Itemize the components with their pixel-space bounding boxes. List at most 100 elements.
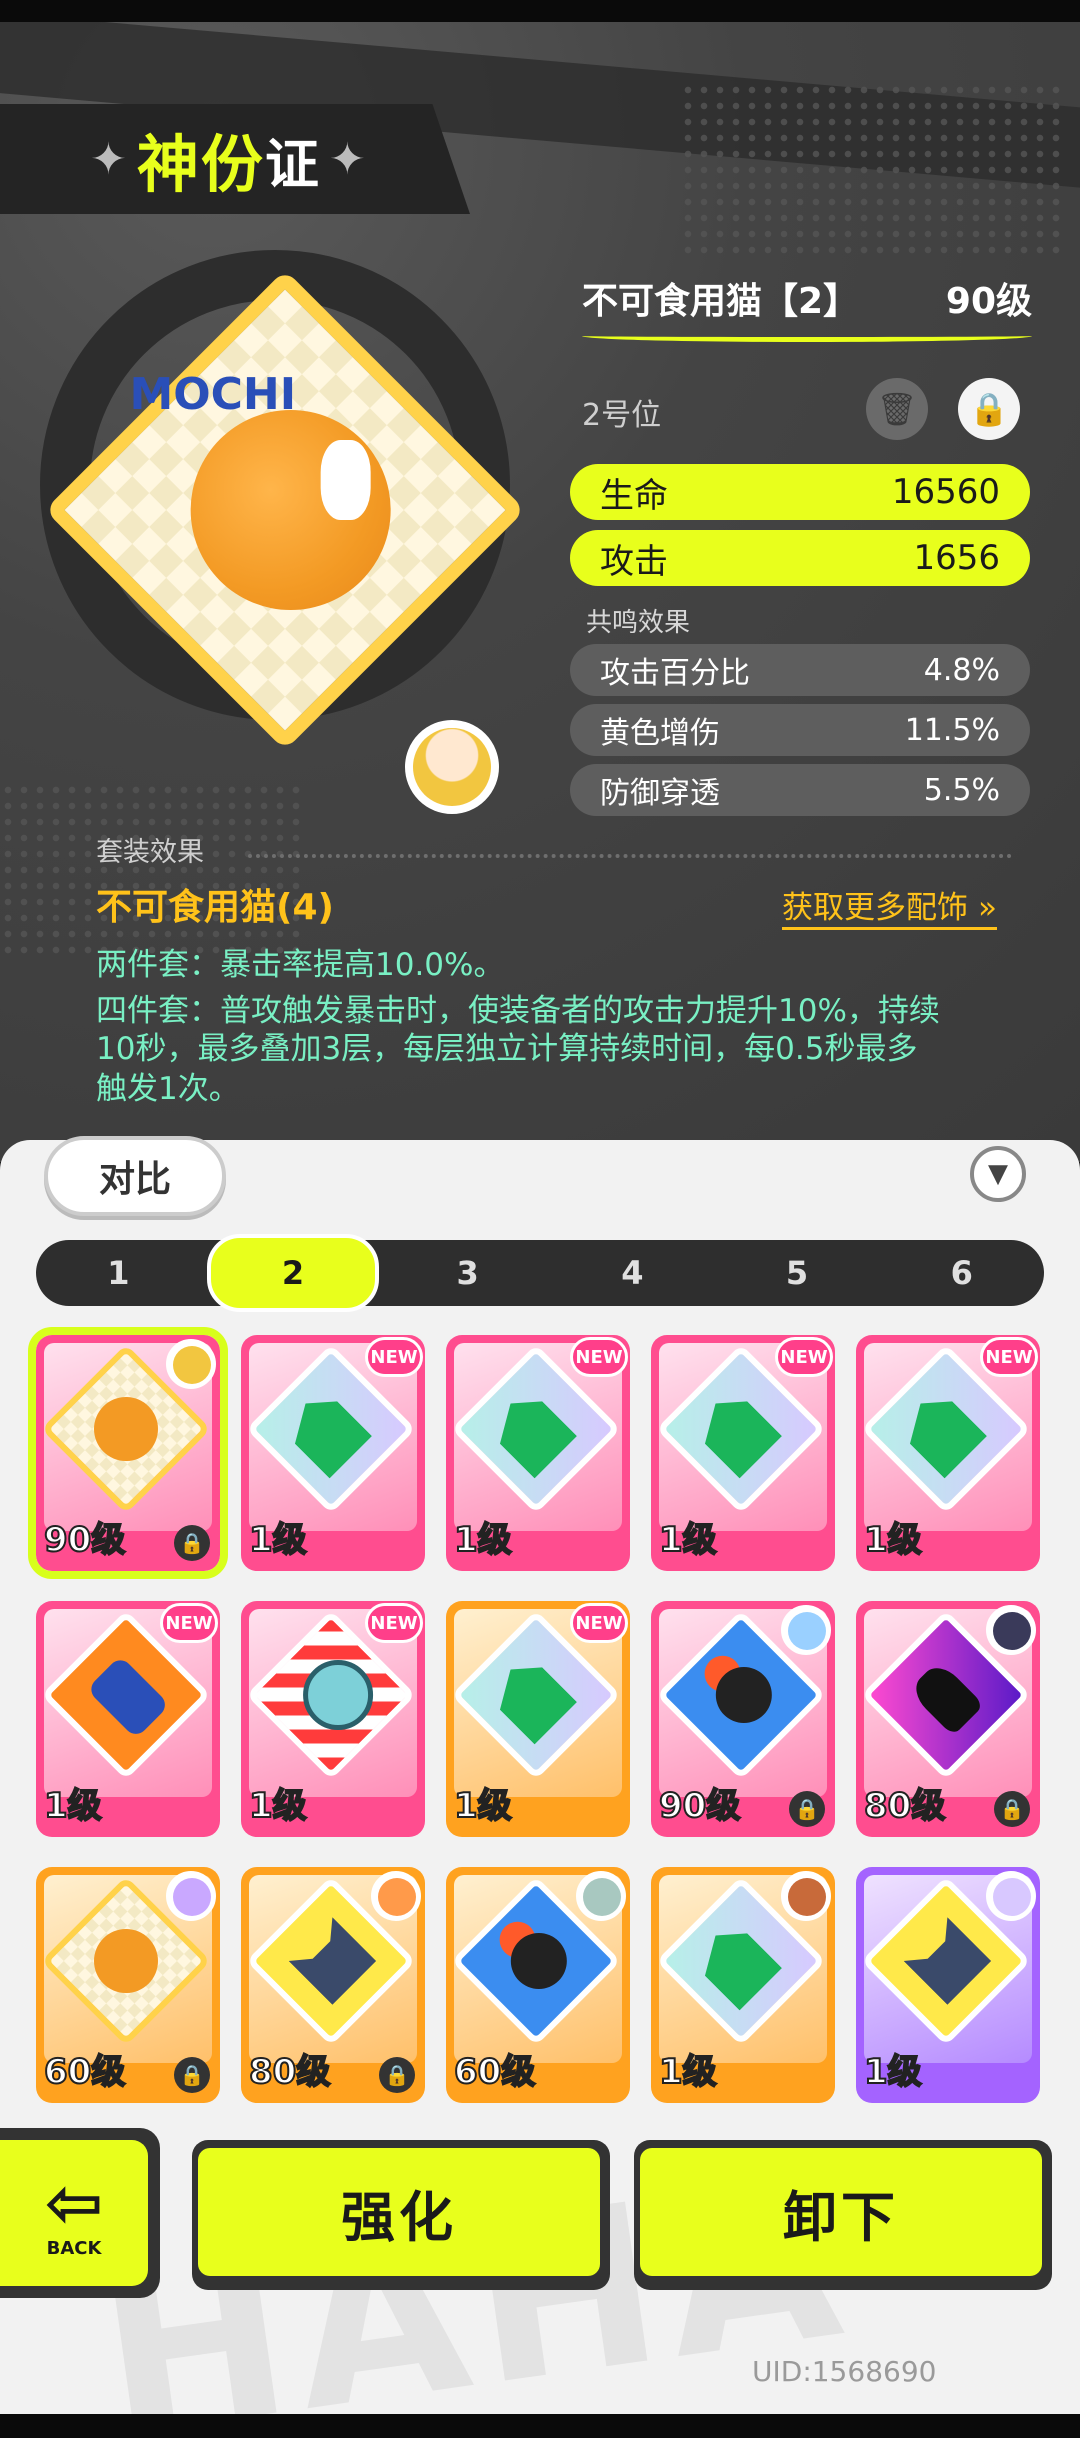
- equipped-avatar: [166, 1339, 216, 1389]
- nav-bar: [0, 2414, 1080, 2438]
- disk-card[interactable]: 1级 NEW: [36, 1601, 220, 1837]
- stat-value: 11.5%: [904, 712, 1000, 748]
- page-title: ✦ 神份 证 ✦: [0, 104, 470, 214]
- stat-value: 4.8%: [923, 652, 1000, 688]
- disk-card[interactable]: 90级 🔒: [651, 1601, 835, 1837]
- disk-card[interactable]: 1级 NEW: [241, 1601, 425, 1837]
- decor-dots: [0, 782, 300, 962]
- uid-label: UID:1568690: [752, 2355, 937, 2388]
- main-stat-hp: 生命 16560: [570, 464, 1030, 520]
- sub-stat: 防御穿透 5.5%: [570, 764, 1030, 816]
- status-bar: [0, 0, 1080, 22]
- new-badge: NEW: [365, 1603, 423, 1643]
- disk-card[interactable]: 1级 NEW: [446, 1335, 630, 1571]
- equipped-avatar: [781, 1605, 831, 1655]
- sub-stat: 攻击百分比 4.8%: [570, 644, 1030, 696]
- disk-level: 1级: [658, 2051, 718, 2093]
- stat-value: 1656: [913, 538, 1000, 578]
- unequip-label: 卸下: [640, 2148, 1042, 2276]
- disk-level: 1级: [658, 1519, 718, 1561]
- disk-level: 1级: [453, 1785, 513, 1827]
- disk-level: 90级: [658, 1785, 741, 1827]
- stat-label: 生命: [600, 475, 668, 516]
- trash-icon[interactable]: 🗑: [866, 378, 928, 440]
- tab-slot-5[interactable]: 5: [715, 1240, 880, 1306]
- arrow-left-icon: ⇦: [44, 2161, 104, 2244]
- enhance-button[interactable]: 强化: [192, 2140, 610, 2290]
- disk-level: 1级: [453, 1519, 513, 1561]
- sparkle-icon: ✦: [90, 133, 127, 185]
- title-highlight: 神份: [136, 128, 265, 201]
- underline-decor: [582, 330, 1032, 342]
- enhance-label: 强化: [198, 2148, 600, 2276]
- disk-level: 1级: [248, 1785, 308, 1827]
- equipped-avatar: [576, 1871, 626, 1921]
- slot-label: 2号位: [582, 398, 662, 433]
- unequip-button[interactable]: 卸下: [634, 2140, 1052, 2290]
- tab-slot-4[interactable]: 4: [550, 1240, 715, 1306]
- disk-level: 80级: [248, 2051, 331, 2093]
- new-badge: NEW: [570, 1337, 628, 1377]
- back-button[interactable]: ⇦ BACK: [0, 2128, 160, 2298]
- disk-card[interactable]: 1级 NEW: [241, 1335, 425, 1571]
- title-rest: 证: [264, 132, 319, 196]
- new-badge: NEW: [775, 1337, 833, 1377]
- sparkle-icon: ✦: [328, 133, 366, 185]
- disk-card[interactable]: 1级 NEW: [651, 1335, 835, 1571]
- tab-slot-6[interactable]: 6: [879, 1240, 1044, 1306]
- new-badge: NEW: [570, 1603, 628, 1643]
- tab-slot-3[interactable]: 3: [385, 1240, 550, 1306]
- filter-icon[interactable]: ▼: [970, 1146, 1026, 1202]
- tab-slot-1[interactable]: 1: [36, 1240, 201, 1306]
- lock-icon: 🔒: [174, 1525, 210, 1561]
- stat-label: 防御穿透: [600, 776, 720, 811]
- disk-level: 60级: [43, 2051, 126, 2093]
- tab-slot-2[interactable]: 2: [206, 1234, 380, 1312]
- stat-value: 16560: [891, 472, 1000, 512]
- new-badge: NEW: [980, 1337, 1038, 1377]
- divider: [248, 854, 1012, 858]
- disk-card[interactable]: 1级: [856, 1867, 1040, 2103]
- disk-level: 80级: [863, 1785, 946, 1827]
- disk-level: 1级: [248, 1519, 308, 1561]
- disk-card[interactable]: 90级 🔒: [28, 1327, 228, 1579]
- equipped-avatar: [986, 1605, 1036, 1655]
- disk-card[interactable]: 80级 🔒: [856, 1601, 1040, 1837]
- equipped-agent-avatar[interactable]: [405, 720, 499, 814]
- slot-tabs: 1 2 3 4 5 6: [36, 1234, 1044, 1312]
- decor-dots: [680, 82, 1060, 262]
- disk-card[interactable]: 1级 NEW: [446, 1601, 630, 1837]
- stat-label: 攻击百分比: [600, 656, 750, 691]
- cat-illustration: [190, 410, 391, 610]
- lock-icon: 🔒: [994, 1791, 1030, 1827]
- disk-level: 90级: [945, 281, 1032, 322]
- disk-name: 不可食用猫【2】: [582, 281, 860, 322]
- disk-card[interactable]: 80级 🔒: [241, 1867, 425, 2103]
- main-stat-atk: 攻击 1656: [570, 530, 1030, 586]
- disk-level: 1级: [863, 2051, 923, 2093]
- get-more-link[interactable]: 获取更多配饰 »: [782, 882, 997, 930]
- lock-icon: 🔒: [789, 1791, 825, 1827]
- disk-level: 1级: [43, 1785, 103, 1827]
- compare-button[interactable]: 对比: [44, 1136, 226, 1216]
- disk-level: 1级: [863, 1519, 923, 1561]
- equipped-avatar: [371, 1871, 421, 1921]
- disk-level: 60级: [453, 2051, 536, 2093]
- set-bonus-title: 套装效果: [96, 837, 204, 868]
- stat-label: 攻击: [600, 541, 668, 582]
- disk-card[interactable]: 1级: [651, 1867, 835, 2103]
- lock-icon[interactable]: 🔒: [958, 378, 1020, 440]
- new-badge: NEW: [365, 1337, 423, 1377]
- sub-stat: 黄色增伤 11.5%: [570, 704, 1030, 756]
- disk-header: 不可食用猫【2】 90级: [582, 272, 1032, 342]
- get-more-label: 获取更多配饰: [782, 890, 968, 926]
- new-badge: NEW: [160, 1603, 218, 1643]
- back-label: BACK: [46, 2237, 102, 2259]
- stat-label: 黄色增伤: [600, 716, 720, 751]
- disk-level: 90级: [43, 1519, 126, 1561]
- disk-card[interactable]: 60级: [446, 1867, 630, 2103]
- disk-card[interactable]: 60级 🔒: [36, 1867, 220, 2103]
- equipped-avatar: [166, 1871, 216, 1921]
- set-desc-line: 两件套：暴击率提高10.0%。: [96, 947, 505, 983]
- disk-card[interactable]: 1级 NEW: [856, 1335, 1040, 1571]
